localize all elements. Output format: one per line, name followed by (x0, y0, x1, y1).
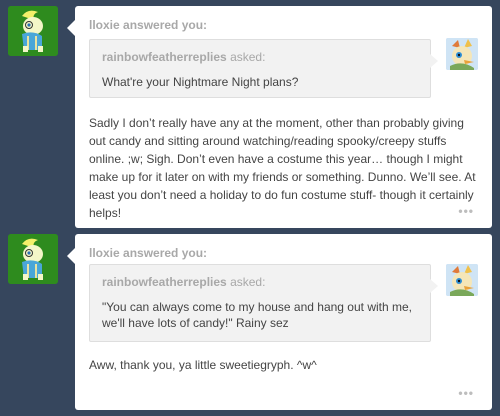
ask-box: rainbowfeatherreplies asked: "You can al… (89, 264, 438, 342)
asker-name-link[interactable]: rainbowfeatherreplies (102, 275, 227, 289)
asked-label: asked: (230, 50, 266, 64)
asked-label: asked: (230, 275, 266, 289)
more-dots-icon[interactable]: ••• (458, 204, 474, 218)
ask-box: rainbowfeatherreplies asked: What're you… (89, 39, 438, 98)
asker-avatar-icon[interactable] (446, 38, 478, 70)
answerer-avatar-icon[interactable] (8, 6, 58, 56)
answer-post: lloxie answered you: rainbowfeatherrepli… (67, 234, 492, 410)
question-text: "You can always come to my house and han… (102, 300, 412, 330)
asker-name-link[interactable]: rainbowfeatherreplies (102, 50, 227, 64)
answer-post: lloxie answered you: rainbowfeatherrepli… (67, 6, 492, 228)
asker-avatar-icon[interactable] (446, 264, 478, 296)
more-dots-icon[interactable]: ••• (458, 386, 474, 400)
answerer-avatar-icon[interactable] (8, 234, 58, 284)
post-header: lloxie answered you: (89, 18, 208, 32)
question-text: What're your Nightmare Night plans? (102, 75, 299, 89)
answer-text: Sadly I don’t really have any at the mom… (89, 116, 476, 220)
asker-line: rainbowfeatherreplies asked: (102, 50, 265, 64)
post-header: lloxie answered you: (89, 246, 208, 260)
asker-line: rainbowfeatherreplies asked: (102, 275, 265, 289)
answer-text: Aww, thank you, ya little sweetiegryph. … (89, 358, 317, 372)
